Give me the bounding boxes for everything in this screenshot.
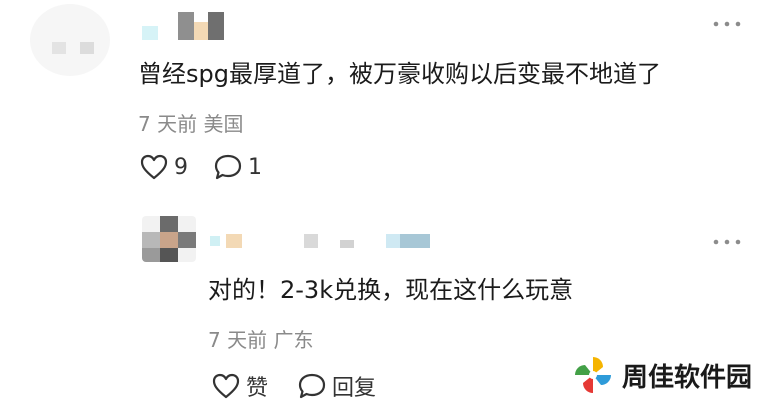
reply-username-redacted[interactable] — [210, 232, 440, 252]
reply-avatar[interactable] — [142, 216, 196, 262]
like-button[interactable]: 9 — [140, 154, 188, 180]
reply-button[interactable]: 1 — [214, 154, 262, 180]
comment-bubble-icon — [298, 373, 326, 399]
reply-like-button[interactable]: 赞 — [212, 370, 268, 402]
heart-icon — [140, 154, 168, 180]
reply-reply-label: 回复 — [332, 376, 377, 401]
pinwheel-logo-icon — [575, 357, 611, 393]
avatar[interactable] — [30, 4, 110, 76]
avatar-pixel — [80, 42, 94, 54]
comment-text: 曾经spg最厚道了，被万豪收购以后变最不地道了 — [138, 60, 661, 88]
watermark: 周佳软件园 — [572, 354, 752, 396]
reply-reply-button[interactable]: 回复 — [298, 370, 376, 402]
reply-like-label: 赞 — [246, 376, 269, 401]
reply-text: 对的！2-3k兑换，现在这什么玩意 — [208, 276, 574, 304]
watermark-text: 周佳软件园 — [622, 362, 753, 393]
comment-bubble-icon — [214, 154, 242, 180]
reply-count: 1 — [248, 154, 262, 180]
comment-meta: 7 天前 美国 — [138, 112, 244, 136]
heart-icon — [212, 373, 240, 399]
like-count: 9 — [174, 154, 188, 180]
more-options-icon[interactable] — [712, 14, 742, 34]
avatar-pixel — [52, 42, 66, 54]
reply-meta: 7 天前 广东 — [208, 328, 314, 352]
reply-more-options-icon[interactable] — [712, 232, 742, 252]
username-redacted[interactable] — [142, 12, 252, 42]
